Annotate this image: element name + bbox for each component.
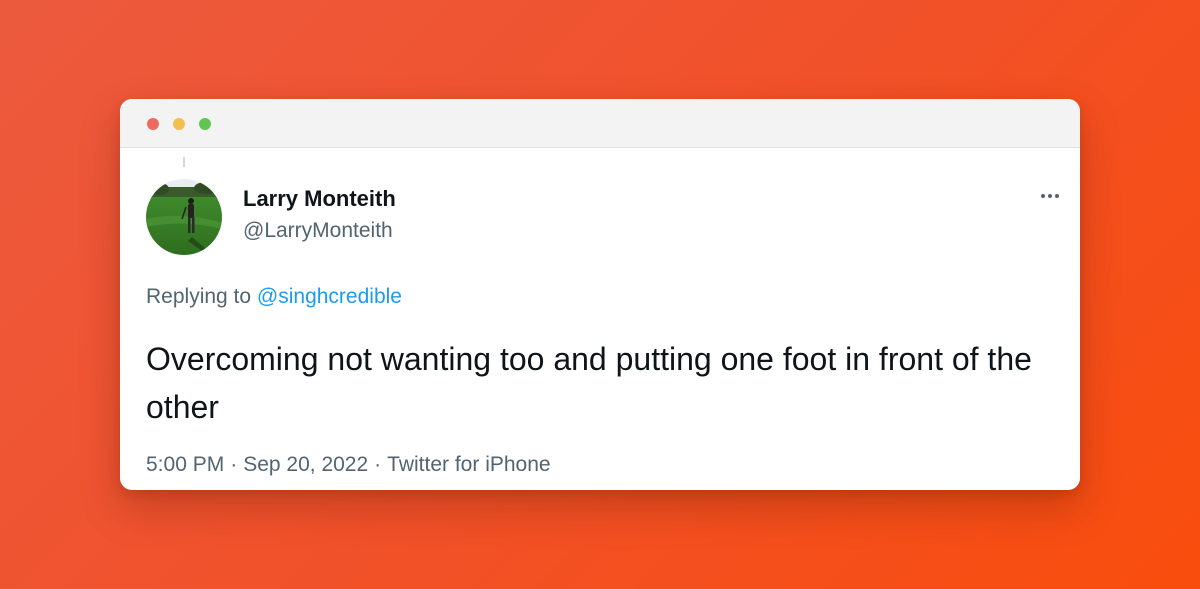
- more-dot: [1055, 194, 1059, 198]
- close-window-button[interactable]: [147, 118, 159, 130]
- author-display-name[interactable]: Larry Monteith: [243, 186, 396, 212]
- tweet-source: Twitter for iPhone: [387, 453, 551, 476]
- more-dot: [1041, 194, 1045, 198]
- meta-separator: ·: [230, 453, 238, 476]
- avatar[interactable]: [146, 179, 222, 255]
- thread-connector-line: [183, 157, 185, 167]
- tweet-text: Overcoming not wanting too and putting o…: [146, 341, 1032, 425]
- replying-to-line: Replying to @singhcredible: [146, 285, 402, 309]
- replying-to-mention-link[interactable]: @singhcredible: [257, 285, 402, 308]
- avatar-photo-icon: [146, 179, 222, 255]
- minimize-window-button[interactable]: [173, 118, 185, 130]
- more-horizontal-icon[interactable]: [1037, 187, 1063, 203]
- author-handle[interactable]: @LarryMonteith: [243, 219, 393, 243]
- browser-window: Larry Monteith @LarryMonteith Replying t…: [120, 99, 1080, 490]
- tweet-time-link[interactable]: 5:00 PM: [146, 453, 224, 476]
- meta-separator: ·: [374, 453, 382, 476]
- window-titlebar: [120, 99, 1080, 148]
- replying-to-label: Replying to: [146, 285, 252, 308]
- more-dot: [1048, 194, 1052, 198]
- maximize-window-button[interactable]: [199, 118, 211, 130]
- tweet-date-link[interactable]: Sep 20, 2022: [243, 453, 368, 476]
- tweet-metadata: 5:00 PM · Sep 20, 2022 · Twitter for iPhone: [146, 453, 551, 477]
